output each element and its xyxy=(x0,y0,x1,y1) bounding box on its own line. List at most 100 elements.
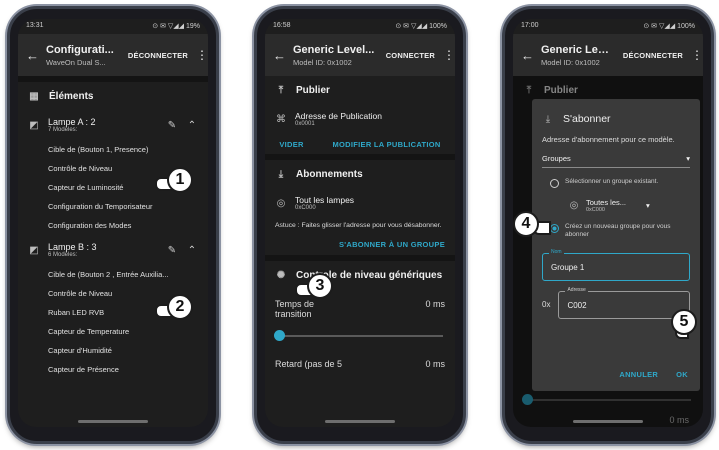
dropdown-icon: ▾ xyxy=(646,201,650,211)
group-icon: ◎ xyxy=(276,197,286,209)
home-indicator xyxy=(78,420,148,423)
model-item[interactable]: Capteur de Présence xyxy=(18,360,208,379)
dialog-description: Adresse d'abonnement pour ce modèle. xyxy=(542,135,675,144)
sub-label: Tout les lampes xyxy=(295,195,355,205)
element-name: Lampe A : 2 xyxy=(48,117,96,127)
download-icon: ⤓ xyxy=(278,168,284,180)
edit-icon[interactable]: ✎ xyxy=(166,245,178,256)
phone-generic-level: 16:58 ⊙ ✉ ▽◢◢ 100% ← Generic Level... Mo… xyxy=(254,6,466,444)
app-bar-titles: Configurati... WaveOn Dual S... xyxy=(46,44,120,67)
dialog-actions: ANNULER OK xyxy=(619,370,688,379)
dialog-title: S'abonner xyxy=(563,113,611,125)
network-icon: ⌘ xyxy=(276,113,286,125)
page-subtitle: WaveOn Dual S... xyxy=(46,57,106,67)
sub-texts: Tout les lampes 0xC000 xyxy=(295,195,354,211)
disconnect-button[interactable]: DÉCONNECTER xyxy=(128,51,188,60)
page-subtitle: Model ID: 0x1002 xyxy=(293,57,352,67)
page-title: Generic Level... xyxy=(293,43,375,56)
group-texts: Toutes les... 0xC000 xyxy=(586,198,626,213)
step-3-hand-icon: 3 xyxy=(295,273,333,303)
app-bar: ← Generic Level... Model ID: 0x1002 DÉCO… xyxy=(513,34,703,76)
chevron-up-icon[interactable]: ⌃ xyxy=(186,120,198,131)
radio-label: Créez un nouveau groupe pour vous abonne… xyxy=(565,223,671,239)
edit-icon[interactable]: ✎ xyxy=(166,120,178,131)
subscribe-group-button[interactable]: S'ABONNER À UN GROUPE xyxy=(265,234,455,255)
grid-icon: ▦ xyxy=(29,90,39,102)
select-value: Groupes xyxy=(542,154,571,164)
model-item[interactable]: Cible de (Bouton 2 , Entrée Auxilia... xyxy=(18,265,208,284)
group-address: 0xC000 xyxy=(586,207,605,214)
page-title: Generic Level... xyxy=(541,43,615,56)
phone-configuration: 13:31 ⊙ ✉ ▽◢◢ 19% ← Configurati... WaveO… xyxy=(7,6,219,444)
group-icon: ◎ xyxy=(569,200,579,212)
cancel-button[interactable]: ANNULER xyxy=(619,370,658,379)
group-name-field[interactable]: Nom Groupe 1 xyxy=(542,248,690,281)
element-icon: ◩ xyxy=(29,244,39,256)
bulb-icon: ✺ xyxy=(276,269,286,281)
transition-slider[interactable] xyxy=(274,327,443,343)
element-lampe-a[interactable]: ◩ Lampe A : 2 7 Modèles: ✎ ⌃ xyxy=(18,110,208,140)
element-model-count: 6 Modèles: xyxy=(48,252,78,258)
radio-existing-group[interactable]: Sélectionner un groupe existant. xyxy=(542,178,690,189)
address-prefix: 0x xyxy=(542,300,551,310)
subscribe-dialog: ⤓ S'abonner Adresse d'abonnement pour ce… xyxy=(532,99,700,391)
publish-actions: VIDER MODIFIER LA PUBLICATION xyxy=(265,134,455,154)
app-bar-titles: Generic Level... Model ID: 0x1002 xyxy=(293,44,378,67)
delay-row: Retard (pas de 5 0 ms xyxy=(265,359,455,369)
app-bar-titles: Generic Level... Model ID: 0x1002 xyxy=(541,44,615,67)
model-item[interactable]: Configuration des Modes xyxy=(18,216,208,235)
transition-value: 0 ms xyxy=(425,299,445,310)
disconnect-button[interactable]: DÉCONNECTER xyxy=(623,51,683,60)
subscription-item[interactable]: ◎ Tout les lampes 0xC000 xyxy=(265,188,455,218)
subscriptions-header: ⤓ Abonnements xyxy=(265,160,455,188)
element-model-count: 7 Modèles: xyxy=(48,127,78,133)
connect-button[interactable]: CONNECTER xyxy=(386,51,435,60)
element-titles: Lampe B : 3 6 Modèles: xyxy=(48,242,158,258)
clear-button[interactable]: VIDER xyxy=(279,140,303,149)
home-indicator xyxy=(573,420,643,423)
home-indicator xyxy=(325,420,395,423)
model-item[interactable]: Capteur d'Humidité xyxy=(18,341,208,360)
back-arrow-icon[interactable]: ← xyxy=(26,48,39,63)
more-vert-icon[interactable]: ⋮ xyxy=(196,48,208,62)
radio-button[interactable] xyxy=(550,179,559,189)
status-time: 17:00 xyxy=(521,22,539,29)
download-icon: ⤓ xyxy=(545,113,551,125)
radio-new-group[interactable]: Créez un nouveau groupe pour vous abonne… xyxy=(542,223,690,239)
dropdown-icon: ▾ xyxy=(686,154,690,164)
step-2-hand-icon: 2 xyxy=(155,294,193,324)
step-number: 2 xyxy=(167,294,193,320)
status-icons: ⊙ ✉ ▽◢◢ 100% xyxy=(395,23,447,30)
radio-button[interactable] xyxy=(550,224,559,234)
back-arrow-icon[interactable]: ← xyxy=(273,48,286,63)
element-lampe-b[interactable]: ◩ Lampe B : 3 6 Modèles: ✎ ⌃ xyxy=(18,235,208,265)
model-item[interactable]: Capteur de Temperature xyxy=(18,322,208,341)
app-bar: ← Configurati... WaveOn Dual S... DÉCONN… xyxy=(18,34,208,76)
model-item[interactable]: Configuration du Temporisateur xyxy=(18,197,208,216)
elements-title: Éléments xyxy=(49,90,94,102)
back-arrow-icon[interactable]: ← xyxy=(521,48,534,63)
upload-icon: ⤒ xyxy=(278,84,284,96)
element-name: Lampe B : 3 xyxy=(48,242,97,252)
screen: 13:31 ⊙ ✉ ▽◢◢ 19% ← Configurati... WaveO… xyxy=(18,19,208,427)
status-time: 16:58 xyxy=(273,22,291,29)
address-type-select[interactable]: Groupes ▾ xyxy=(542,154,690,169)
pub-texts: Adresse de Publication 0x0001 xyxy=(295,111,382,127)
model-item[interactable]: Cible de (Bouton 1, Presence) xyxy=(18,140,208,159)
chevron-up-icon[interactable]: ⌃ xyxy=(186,245,198,256)
ok-button[interactable]: OK xyxy=(676,370,688,379)
publish-title: Publier xyxy=(296,84,330,96)
transition-row: Temps de transition 0 ms xyxy=(265,299,455,319)
delay-label: Retard (pas de 5 xyxy=(275,359,343,370)
slider-knob[interactable] xyxy=(274,330,285,342)
edit-publication-button[interactable]: MODIFIER LA PUBLICATION xyxy=(332,140,440,149)
more-vert-icon[interactable]: ⋮ xyxy=(443,48,455,62)
step-number: 3 xyxy=(307,273,333,299)
status-bar: 13:31 ⊙ ✉ ▽◢◢ 19% xyxy=(18,19,208,34)
field-value: C002 xyxy=(567,300,587,310)
more-vert-icon[interactable]: ⋮ xyxy=(691,48,703,62)
status-bar: 17:00 ⊙ ✉ ▽◢◢ 100% xyxy=(513,19,703,34)
step-1-hand-icon: 1 xyxy=(155,167,193,197)
existing-group-select[interactable]: ◎ Toutes les... 0xC000 ▾ xyxy=(568,198,690,213)
publication-address[interactable]: ⌘ Adresse de Publication 0x0001 xyxy=(265,104,455,134)
